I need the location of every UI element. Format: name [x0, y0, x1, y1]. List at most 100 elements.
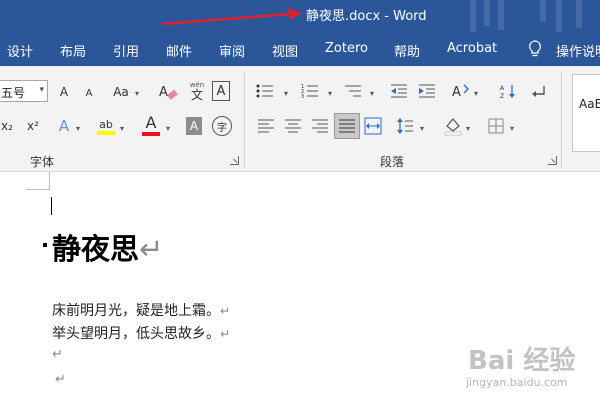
baidu-watermark: Bai 经验 jingyan.baidu.com [458, 340, 598, 396]
font-group-label: 字体 [30, 155, 55, 169]
watermark-url: jingyan.baidu.com [466, 376, 568, 389]
multilevel-list-icon[interactable] [344, 83, 362, 99]
tab-layout[interactable]: 布局 [60, 41, 86, 60]
paragraph-mark: ↵ [220, 327, 231, 341]
svg-text:Z: Z [500, 93, 504, 99]
tab-tell-me[interactable]: 操作说明 [556, 41, 600, 60]
show-hide-marks-icon[interactable] [530, 83, 548, 99]
bullets-icon[interactable] [256, 83, 274, 99]
chevron-down-icon: ▾ [420, 124, 425, 133]
increase-indent-icon[interactable] [418, 83, 436, 99]
poem-line: 举头望明月，低头思故乡。↵ [52, 323, 230, 343]
document-heading: 静夜思↵ [52, 226, 163, 268]
text-effects-button[interactable]: A [55, 116, 73, 136]
highlight-label: ab [99, 117, 113, 131]
title-bar: 静夜思.docx - Word [0, 0, 600, 32]
borders-icon[interactable] [488, 118, 504, 134]
watermark-logo: Bai 经验 [468, 346, 576, 376]
svg-text:A: A [159, 85, 168, 100]
chevron-down-icon: ▾ [510, 124, 515, 133]
ribbon: 五号 ▾ A A Aa ▾ A wén 文 A x₂ x² A ▾ ab ▾ A… [0, 66, 600, 172]
justify-icon [339, 119, 355, 133]
paragraph-group-label: 段落 [380, 155, 405, 169]
title-decoration [498, 0, 504, 30]
text-cursor [51, 197, 52, 215]
window-title: 静夜思.docx - Word [306, 9, 427, 24]
paragraph-mark: ↵ [55, 372, 66, 387]
word-window: 静夜思.docx - Word 设计 布局 引用 邮件 审阅 视图 Zotero… [0, 0, 600, 400]
style-preview: AaBb [579, 97, 600, 111]
title-decoration [540, 0, 546, 22]
poem-line: 床前明月光，疑是地上霜。↵ [52, 300, 230, 320]
text-direction-icon[interactable]: A [450, 82, 470, 100]
chevron-down-icon: ▾ [284, 89, 289, 98]
font-color-swatch [142, 132, 160, 136]
annotation-arrow-icon [161, 8, 302, 26]
tab-acrobat[interactable]: Acrobat [447, 41, 497, 56]
character-shading-button[interactable]: A [186, 117, 202, 135]
decrease-indent-icon[interactable] [390, 83, 408, 99]
align-center-icon[interactable] [285, 119, 301, 133]
line-spacing-icon[interactable] [396, 117, 414, 135]
grow-font-button[interactable]: A [55, 82, 73, 102]
heading-text: 静夜思 [52, 232, 140, 266]
tab-design[interactable]: 设计 [7, 41, 33, 60]
title-decoration [484, 0, 490, 26]
title-decoration [470, 0, 476, 32]
ribbon-tabs: 设计 布局 引用 邮件 审阅 视图 Zotero 帮助 Acrobat 操作说明 [0, 32, 600, 66]
font-size-dropdown[interactable]: 五号 ▾ [0, 80, 48, 102]
superscript-button[interactable]: x² [24, 116, 42, 136]
enclose-characters-button[interactable]: 字 [212, 116, 232, 136]
chevron-down-icon: ▾ [474, 89, 479, 98]
highlight-color-button[interactable]: ab [96, 114, 116, 138]
chevron-down-icon: ▾ [328, 89, 333, 98]
chevron-down-icon: ▾ [370, 89, 375, 98]
paragraph-mark: ↵ [52, 347, 63, 362]
title-decoration [556, 0, 562, 32]
chevron-down-icon: ▾ [466, 124, 471, 133]
align-left-icon[interactable] [258, 119, 274, 133]
tab-review[interactable]: 审阅 [219, 41, 245, 60]
change-case-button[interactable]: Aa [110, 82, 132, 102]
poem-line-text: 举头望明月，低头思故乡。 [52, 326, 220, 342]
phonetic-guide-button[interactable]: wén 文 [186, 78, 208, 104]
tab-help[interactable]: 帮助 [394, 41, 420, 60]
tab-mailings[interactable]: 邮件 [166, 41, 192, 60]
justify-button[interactable] [334, 113, 360, 139]
shrink-font-button[interactable]: A [82, 84, 96, 102]
paragraph-mark: ↵ [139, 232, 164, 266]
tab-references[interactable]: 引用 [113, 41, 139, 60]
chevron-down-icon: ▾ [120, 124, 125, 133]
page-corner-mark [26, 172, 50, 190]
clear-formatting-icon[interactable]: A [157, 81, 179, 103]
styles-gallery[interactable]: AaBb [572, 74, 600, 152]
chevron-down-icon: ▾ [166, 124, 171, 133]
lightbulb-icon[interactable] [527, 40, 543, 58]
font-size-value: 五号 [1, 86, 26, 100]
paragraph-dialog-launcher[interactable] [548, 156, 557, 165]
highlight-swatch [97, 130, 115, 135]
chevron-down-icon: ▾ [135, 89, 140, 98]
font-color-label: A [145, 113, 157, 132]
character-border-button[interactable]: A [212, 81, 230, 101]
svg-text:3: 3 [301, 94, 304, 99]
chevron-down-icon: ▾ [76, 124, 81, 133]
title-decoration [576, 0, 582, 28]
align-right-icon[interactable] [312, 119, 328, 133]
shading-icon[interactable] [444, 116, 462, 136]
tab-view[interactable]: 视图 [272, 41, 298, 60]
tab-zotero[interactable]: Zotero [325, 41, 368, 56]
heading-bullet-mark [43, 243, 47, 247]
distributed-icon[interactable] [364, 117, 382, 135]
font-dialog-launcher[interactable] [230, 156, 239, 165]
sort-icon[interactable]: AZ [500, 83, 516, 99]
subscript-button[interactable]: x₂ [0, 116, 14, 136]
svg-text:A: A [452, 85, 461, 100]
group-separator [244, 72, 245, 168]
phonetic-guide-bottom: 文 [190, 87, 203, 102]
chevron-down-icon: ▾ [39, 85, 44, 95]
numbering-icon[interactable]: 123 [301, 83, 319, 99]
paragraph-mark: ↵ [220, 304, 231, 318]
group-separator [561, 72, 562, 168]
font-color-button[interactable]: A [141, 112, 161, 138]
